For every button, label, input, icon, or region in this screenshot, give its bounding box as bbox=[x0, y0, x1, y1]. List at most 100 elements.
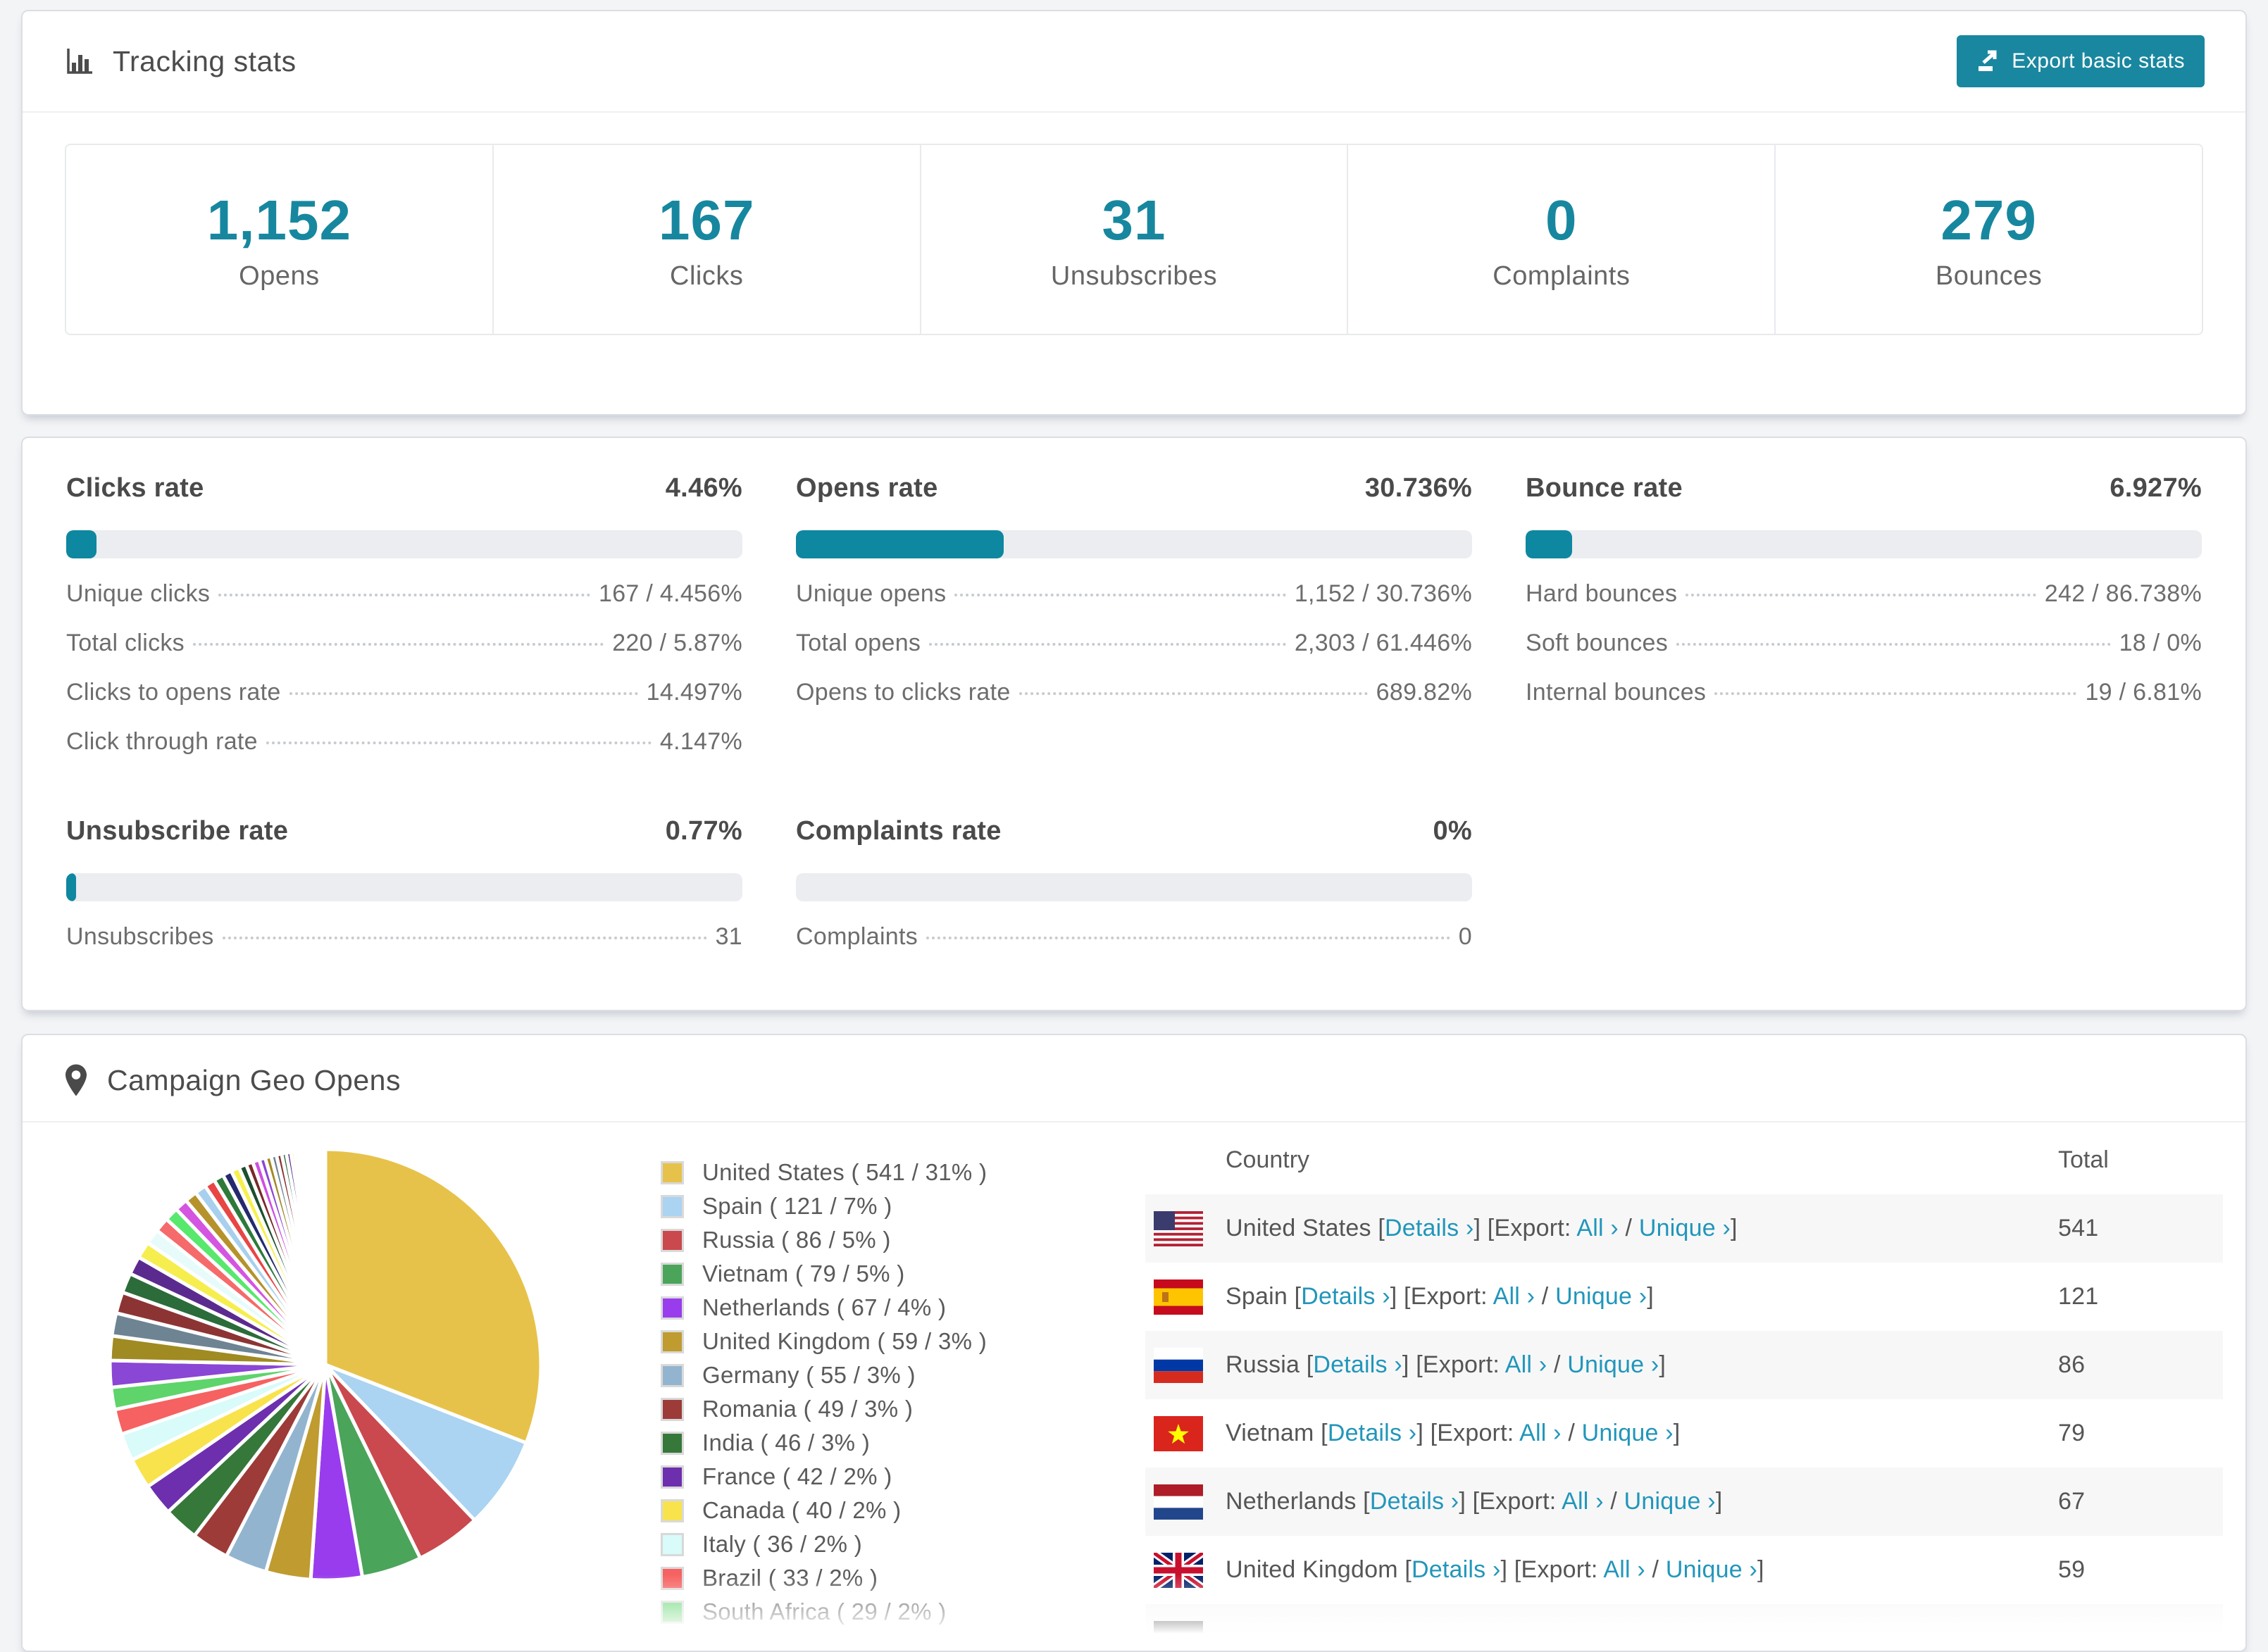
rate-head: Clicks rate 4.46% bbox=[66, 473, 742, 503]
total-cell: 541 bbox=[2058, 1215, 2213, 1242]
metric-label: Complaints bbox=[796, 923, 918, 951]
total-cell: 86 bbox=[2058, 1351, 2213, 1379]
export-basic-stats-button[interactable]: Export basic stats bbox=[1957, 35, 2205, 87]
metric-row: Soft bounces 18 / 0% bbox=[1526, 630, 2202, 657]
dotted-leader bbox=[926, 937, 1450, 939]
legend-swatch bbox=[661, 1195, 684, 1218]
export-unique-link[interactable]: Unique › bbox=[1624, 1488, 1716, 1515]
legend-item: Russia ( 86 / 5% ) bbox=[661, 1227, 1083, 1253]
dotted-leader bbox=[223, 937, 707, 939]
rate-value: 4.46% bbox=[666, 473, 742, 503]
legend-label: India ( 46 / 3% ) bbox=[702, 1429, 870, 1456]
metric-label: Unsubscribes bbox=[66, 923, 214, 951]
details-link[interactable]: Details › bbox=[1412, 1556, 1501, 1583]
stat-label: Complaints bbox=[1493, 261, 1630, 292]
rate-title: Bounce rate bbox=[1526, 473, 1683, 503]
rate-title: Opens rate bbox=[796, 473, 938, 503]
metric-row: Unique opens 1,152 / 30.736% bbox=[796, 580, 1472, 608]
geo-opens-pie-chart bbox=[100, 1139, 551, 1590]
metric-value: 242 / 86.738% bbox=[2045, 580, 2202, 608]
metric-row: Click through rate 4.147% bbox=[66, 728, 742, 756]
export-all-link[interactable]: All › bbox=[1505, 1351, 1547, 1378]
geo-title: Campaign Geo Opens bbox=[107, 1064, 401, 1097]
stat-cell-clicks: 167 Clicks bbox=[492, 145, 920, 334]
rate-head: Complaints rate 0% bbox=[796, 816, 1472, 846]
metric-value: 31 bbox=[716, 923, 742, 951]
geo-table-row-vietnam: Vietnam [Details ›] [Export: All › / Uni… bbox=[1145, 1399, 2223, 1468]
details-link[interactable]: Details › bbox=[1385, 1215, 1474, 1241]
legend-label: Russia ( 86 / 5% ) bbox=[702, 1227, 891, 1253]
export-icon bbox=[1976, 49, 2000, 73]
legend-label: United Kingdom ( 59 / 3% ) bbox=[702, 1328, 987, 1355]
country-cell: Vietnam [Details ›] [Export: All › / Uni… bbox=[1226, 1420, 2058, 1447]
geo-table-header-total: Total bbox=[2058, 1146, 2109, 1174]
rate-metrics: Unique opens 1,152 / 30.736% Total opens… bbox=[796, 580, 1472, 706]
export-all-link[interactable]: All › bbox=[1603, 1556, 1645, 1583]
stat-label: Bounces bbox=[1936, 261, 2042, 292]
dotted-leader bbox=[1714, 692, 2076, 695]
header-divider bbox=[23, 111, 2245, 113]
country-cell: Netherlands [Details ›] [Export: All › /… bbox=[1226, 1488, 2058, 1515]
details-link[interactable]: Details › bbox=[1301, 1283, 1390, 1310]
progress-fill bbox=[1526, 530, 1572, 558]
metric-value: 1,152 / 30.736% bbox=[1295, 580, 1472, 608]
export-all-link[interactable]: All › bbox=[1576, 1215, 1619, 1241]
legend-label: Germany ( 55 / 3% ) bbox=[702, 1362, 916, 1389]
rate-head: Unsubscribe rate 0.77% bbox=[66, 816, 742, 846]
rate-value: 0% bbox=[1433, 816, 1472, 846]
stat-cell-complaints: 0 Complaints bbox=[1347, 145, 1774, 334]
metric-value: 14.497% bbox=[647, 679, 742, 706]
details-link[interactable]: Details › bbox=[1370, 1488, 1459, 1515]
export-unique-link[interactable]: Unique › bbox=[1666, 1556, 1757, 1583]
export-unique-link[interactable]: Unique › bbox=[1582, 1420, 1674, 1446]
stat-label: Opens bbox=[239, 261, 319, 292]
metric-label: Unique opens bbox=[796, 580, 946, 608]
geo-table-row-united-kingdom: United Kingdom [Details ›] [Export: All … bbox=[1145, 1536, 2223, 1604]
legend-swatch bbox=[661, 1398, 684, 1421]
details-link[interactable]: Details › bbox=[1328, 1420, 1417, 1446]
dotted-leader bbox=[929, 643, 1286, 646]
metric-value: 0 bbox=[1459, 923, 1472, 951]
rate-metrics: Hard bounces 242 / 86.738% Soft bounces … bbox=[1526, 580, 2202, 706]
export-unique-link[interactable]: Unique › bbox=[1567, 1351, 1659, 1378]
legend-label: United States ( 541 / 31% ) bbox=[702, 1159, 987, 1186]
rate-title: Clicks rate bbox=[66, 473, 204, 503]
export-button-label: Export basic stats bbox=[2012, 49, 2185, 73]
bar-chart-icon bbox=[63, 45, 96, 77]
export-unique-link[interactable]: Unique › bbox=[1555, 1283, 1647, 1310]
metric-value: 19 / 6.81% bbox=[2085, 679, 2202, 706]
dotted-leader bbox=[218, 594, 590, 596]
rate-metrics: Unique clicks 167 / 4.456% Total clicks … bbox=[66, 580, 742, 756]
rate-metrics: Unsubscribes 31 bbox=[66, 923, 742, 951]
export-all-link[interactable]: All › bbox=[1519, 1420, 1562, 1446]
metric-value: 167 / 4.456% bbox=[599, 580, 742, 608]
legend-item: Netherlands ( 67 / 4% ) bbox=[661, 1294, 1083, 1321]
stat-label: Unsubscribes bbox=[1051, 261, 1217, 292]
export-unique-link[interactable]: Unique › bbox=[1639, 1215, 1731, 1241]
progress-track bbox=[1526, 530, 2202, 558]
progress-fill bbox=[66, 873, 76, 901]
metric-row: Unique clicks 167 / 4.456% bbox=[66, 580, 742, 608]
total-cell: 121 bbox=[2058, 1283, 2213, 1310]
stat-value: 0 bbox=[1545, 188, 1578, 253]
legend-swatch bbox=[661, 1161, 684, 1184]
stat-value: 279 bbox=[1940, 188, 2036, 253]
legend-label: South Africa ( 29 / 2% ) bbox=[702, 1598, 947, 1625]
legend-item: United Kingdom ( 59 / 3% ) bbox=[661, 1328, 1083, 1355]
metric-label: Unique clicks bbox=[66, 580, 210, 608]
legend-swatch bbox=[661, 1330, 684, 1353]
rate-metrics: Complaints 0 bbox=[796, 923, 1472, 951]
legend-label: Netherlands ( 67 / 4% ) bbox=[702, 1294, 946, 1321]
flag-spain bbox=[1154, 1279, 1203, 1315]
details-link[interactable]: Details › bbox=[1313, 1351, 1402, 1378]
geo-pie-legend: United States ( 541 / 31% ) Spain ( 121 … bbox=[661, 1159, 1083, 1632]
rate-block-unsubscribe-rate: Unsubscribe rate 0.77% Unsubscribes 31 bbox=[66, 816, 742, 951]
legend-swatch bbox=[661, 1499, 684, 1522]
export-all-link[interactable]: All › bbox=[1562, 1488, 1604, 1515]
metric-row: Unsubscribes 31 bbox=[66, 923, 742, 951]
rate-title: Complaints rate bbox=[796, 816, 1002, 846]
legend-swatch bbox=[661, 1364, 684, 1387]
export-all-link[interactable]: All › bbox=[1493, 1283, 1535, 1310]
metric-row: Total clicks 220 / 5.87% bbox=[66, 630, 742, 657]
dotted-leader bbox=[266, 741, 652, 744]
